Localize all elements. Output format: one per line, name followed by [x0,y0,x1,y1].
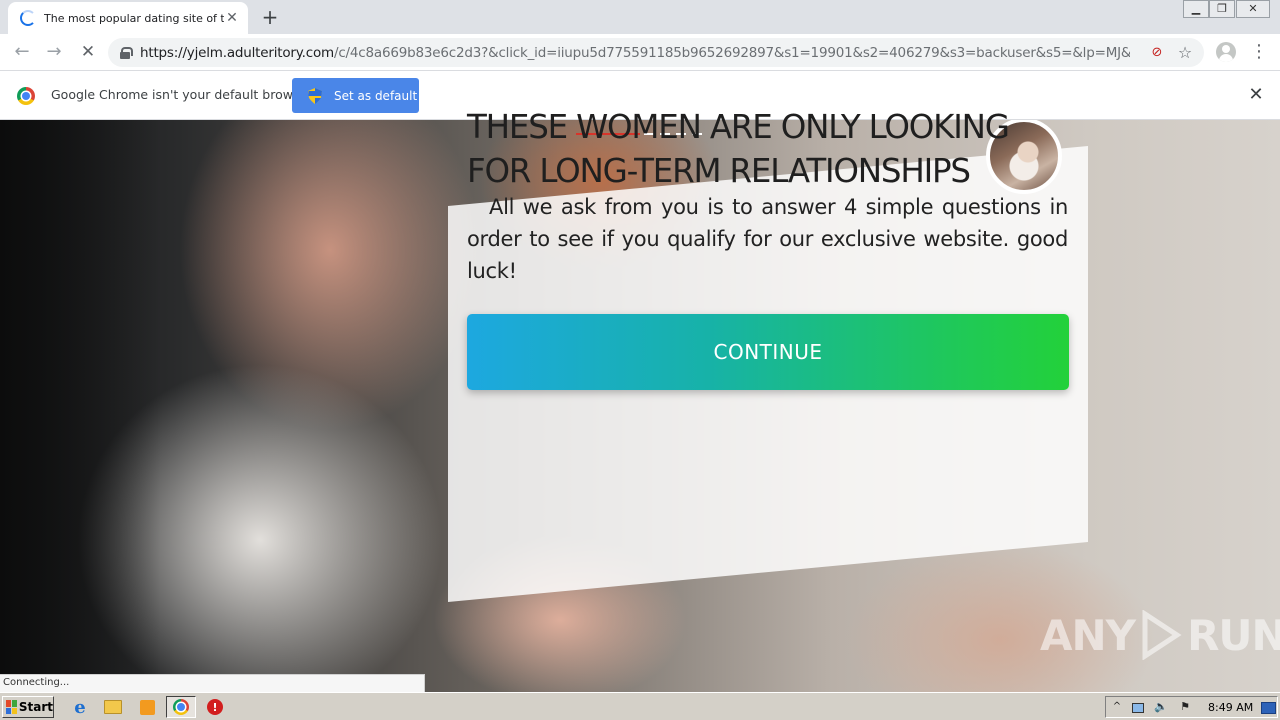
blocked-content-icon[interactable]: ⊘ [1148,44,1166,62]
back-button[interactable]: ← [10,40,34,64]
chrome-taskbar-button[interactable] [166,696,196,718]
chrome-logo-icon [17,87,35,105]
page-headline: THESE WOMEN ARE ONLY LOOKING FOR LONG-TE… [467,108,1010,190]
window-maximize-button[interactable]: ❐ [1209,0,1235,18]
taskbar-clock[interactable]: 8:49 AM [1208,701,1253,714]
loading-spinner-icon [20,10,36,26]
anyrun-watermark: ANY RUN [1040,610,1280,660]
window-minimize-button[interactable]: ▁ [1183,0,1209,18]
watermark-text-left: ANY [1040,610,1136,660]
page-description: All we ask from you is to answer 4 simpl… [467,195,1068,283]
file-explorer-icon[interactable] [103,697,123,717]
security-alert-icon[interactable] [205,697,225,717]
browser-menu-button[interactable]: ⋮ [1250,40,1268,64]
windows-taskbar: Start e ^ 🔈 ⚑ 8:49 AM [0,692,1280,720]
forward-button[interactable]: → [42,40,66,64]
infobar-message: Google Chrome isn't your default browser [51,87,313,102]
chrome-icon [173,699,189,715]
window-close-button[interactable]: ✕ [1236,0,1270,18]
system-tray: ^ 🔈 ⚑ 8:49 AM [1105,696,1278,718]
url-text[interactable]: https://yjelm.adulteritory.com/c/4c8a669… [140,45,1130,61]
tab-strip: The most popular dating site of this m ✕… [0,0,1280,34]
tab-active[interactable]: The most popular dating site of this m ✕ [8,2,248,34]
windows-logo-icon [6,700,17,714]
network-icon[interactable] [1130,700,1144,714]
url-host: https://yjelm.adulteritory.com [140,44,334,61]
browser-toolbar: ← → ✕ https://yjelm.adulteritory.com/c/4… [0,34,1280,71]
play-logo-icon [1142,610,1182,660]
continue-button[interactable]: CONTINUE [467,314,1069,390]
background-photo [0,120,160,692]
lock-icon[interactable] [120,46,133,59]
address-bar[interactable]: https://yjelm.adulteritory.com/c/4c8a669… [108,38,1204,67]
tab-title: The most popular dating site of this m [44,11,224,25]
infobar-close-button[interactable]: ✕ [1246,85,1266,105]
uac-shield-icon [308,87,322,104]
set-as-default-button[interactable]: Set as default [292,78,419,113]
status-bubble: Connecting... [0,674,425,692]
internet-explorer-icon[interactable]: e [70,697,90,718]
profile-avatar-icon[interactable] [1216,42,1236,62]
url-path: /c/4c8a669b83e6c2d3?&click_id=iiupu5d775… [333,44,1130,61]
media-player-icon[interactable] [137,697,157,717]
set-as-default-label: Set as default [334,88,418,103]
action-center-flag-icon[interactable]: ⚑ [1178,700,1192,714]
start-label: Start [18,700,53,714]
stop-loading-button[interactable]: ✕ [76,40,100,64]
tab-close-icon[interactable]: ✕ [224,10,240,26]
show-hidden-icons-button[interactable]: ^ [1110,700,1124,714]
volume-icon[interactable]: 🔈 [1154,700,1168,714]
bookmark-star-icon[interactable]: ☆ [1176,44,1194,62]
show-desktop-icon[interactable] [1260,700,1276,714]
new-tab-button[interactable]: + [258,5,282,29]
start-button[interactable]: Start [2,696,54,718]
watermark-text-right: RUN [1187,610,1280,660]
